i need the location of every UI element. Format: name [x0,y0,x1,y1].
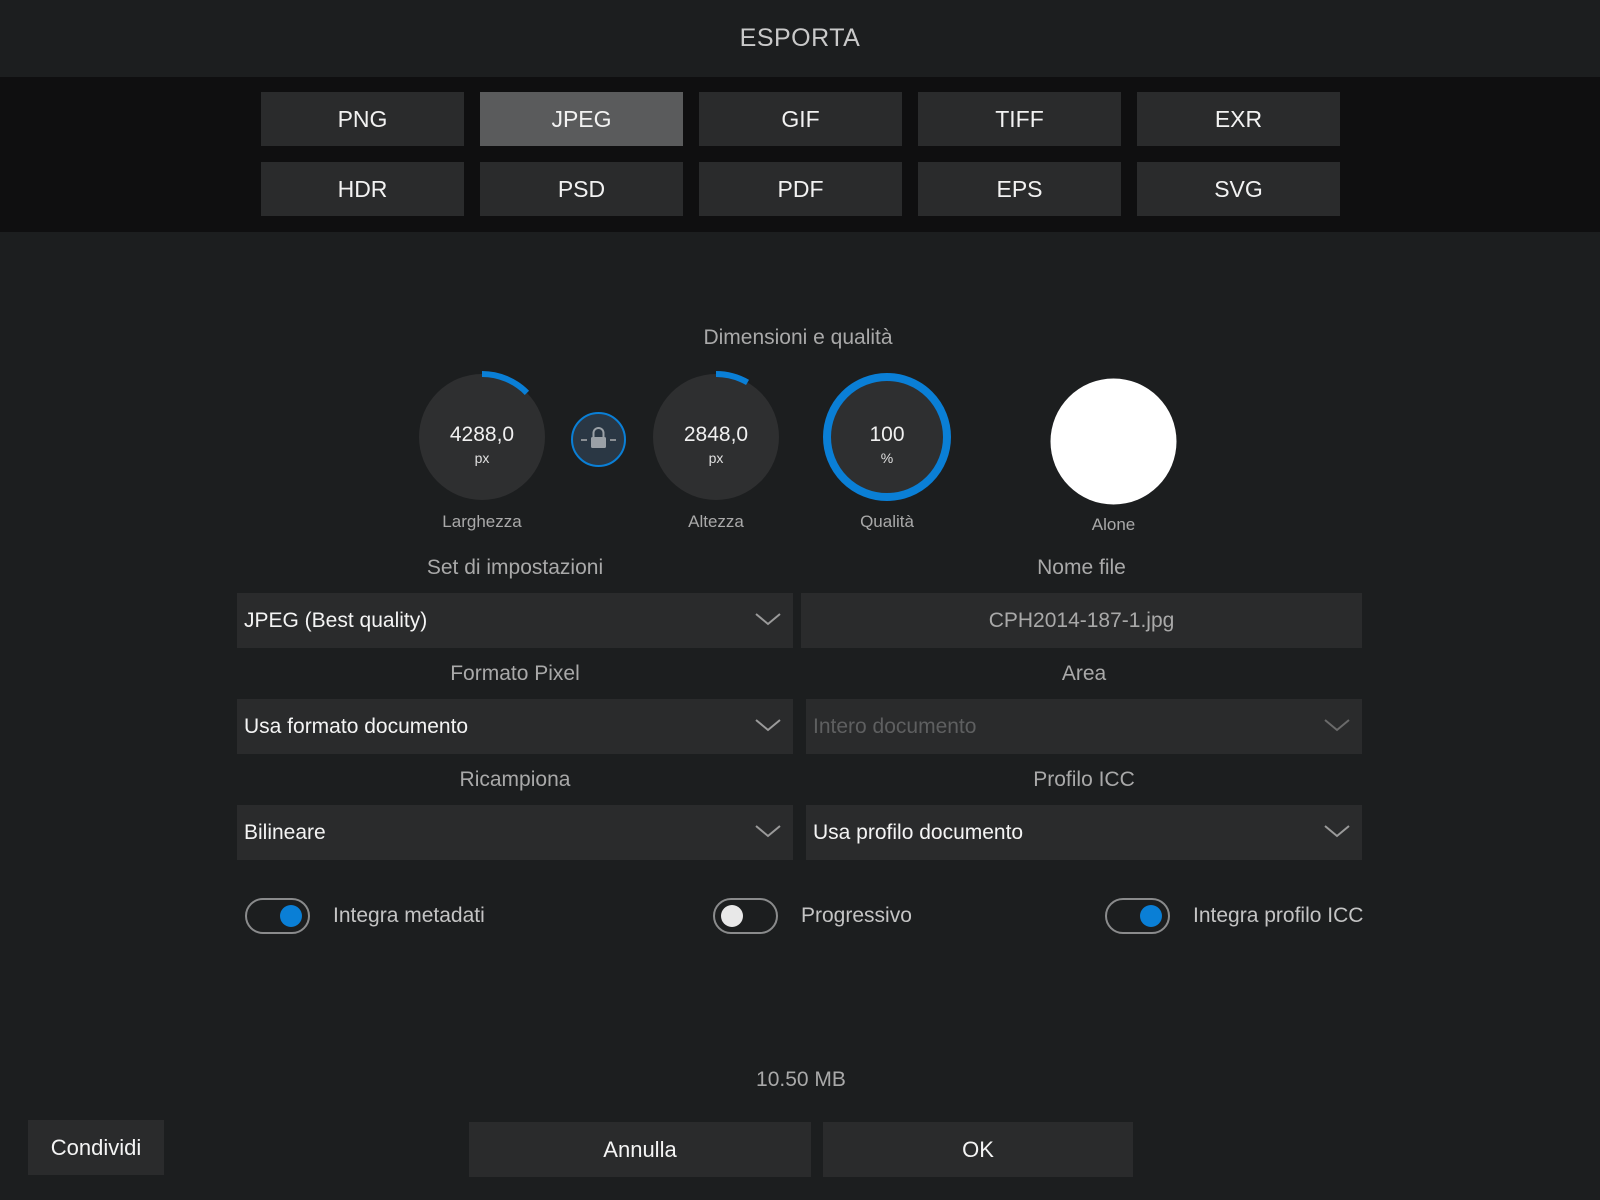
resample-value: Bilineare [244,820,326,844]
chevron-down-icon [755,613,781,626]
pixel-format-select[interactable]: Usa formato documento [237,699,793,754]
format-button-gif[interactable]: GIF [699,92,902,146]
quality-dial[interactable]: 100 % [820,370,954,504]
share-button[interactable]: Condividi [28,1120,164,1175]
width-label: Larghezza [442,512,522,531]
lock-icon [571,412,626,467]
ok-button[interactable]: OK [823,1122,1133,1177]
format-button-pdf[interactable]: PDF [699,162,902,216]
matte-swatch-circle [1050,378,1177,505]
icc-profile-label: Profilo ICC [1033,768,1135,791]
format-button-eps[interactable]: EPS [918,162,1121,216]
pixel-format-label: Formato Pixel [450,662,580,685]
toggle-knob [721,905,743,927]
icc-profile-value: Usa profilo documento [813,820,1024,844]
cancel-button[interactable]: Annulla [469,1122,811,1177]
preset-value: JPEG (Best quality) [244,608,428,632]
area-label: Area [1061,662,1107,685]
format-button-svg[interactable]: SVG [1137,162,1340,216]
chevron-down-icon [755,719,781,732]
embed-icc-label: Integra profilo ICC [1193,904,1364,927]
matte-label: Alone [1091,515,1136,534]
width-dial[interactable]: 4288,0 px [415,370,549,504]
format-button-png[interactable]: PNG [261,92,464,146]
filename-label: Nome file [1037,556,1126,579]
format-button-psd[interactable]: PSD [480,162,683,216]
preset-label: Set di impostazioni [426,556,604,579]
width-value: 4288,0 [449,423,515,446]
chevron-down-icon [755,825,781,838]
chevron-down-icon [1324,719,1350,732]
width-unit: px [474,450,490,466]
estimated-file-size: 10.50 MB [756,1068,846,1091]
quality-value: 100 [869,423,905,446]
area-select[interactable]: Intero documento [806,699,1362,754]
quality-label: Qualità [860,512,914,531]
dialog-header: ESPORTA [0,0,1600,77]
format-button-exr[interactable]: EXR [1137,92,1340,146]
embed-metadata-toggle[interactable] [245,898,310,934]
matte-color-swatch[interactable] [1050,378,1177,505]
height-label: Altezza [688,512,744,531]
height-dial[interactable]: 2848,0 px [649,370,783,504]
resample-label: Ricampiona [459,768,571,791]
toggle-knob [1140,905,1162,927]
preset-select[interactable]: JPEG (Best quality) [237,593,793,648]
format-selector: PNG JPEG GIF TIFF EXR HDR PSD PDF EPS SV… [0,77,1600,232]
height-value: 2848,0 [683,423,749,446]
chevron-down-icon [1324,825,1350,838]
area-value: Intero documento [813,714,977,738]
format-button-tiff[interactable]: TIFF [918,92,1121,146]
filename-field[interactable]: CPH2014-187-1.jpg [801,593,1362,648]
embed-icc-toggle[interactable] [1105,898,1170,934]
pixel-format-value: Usa formato documento [244,714,469,738]
dialog-title: ESPORTA [739,24,861,52]
progressive-label: Progressivo [801,904,912,927]
toggle-knob [280,905,302,927]
section-title: Dimensioni e qualità [703,326,893,349]
embed-metadata-label: Integra metadati [333,904,485,927]
format-button-hdr[interactable]: HDR [261,162,464,216]
progressive-toggle[interactable] [713,898,778,934]
format-button-jpeg[interactable]: JPEG [480,92,683,146]
lock-aspect-button[interactable] [570,411,627,468]
icc-profile-select[interactable]: Usa profilo documento [806,805,1362,860]
quality-unit: % [880,450,894,466]
resample-select[interactable]: Bilineare [237,805,793,860]
height-unit: px [708,450,724,466]
